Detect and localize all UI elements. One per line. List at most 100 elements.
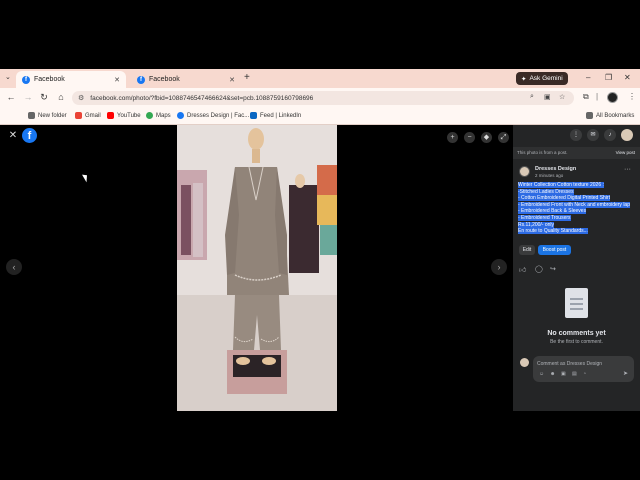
bookmark-label: All Bookmarks	[596, 112, 635, 119]
like-icon[interactable]: 👍︎	[519, 265, 526, 274]
home-button[interactable]: ⌂	[55, 92, 67, 102]
close-tab-icon[interactable]: ✕	[229, 76, 235, 84]
site-info-icon[interactable]: ⚙	[78, 94, 84, 102]
menu-grid-icon[interactable]: ⋮	[570, 129, 582, 141]
camera-icon[interactable]: ▣	[561, 371, 566, 377]
close-icon[interactable]: ✕	[7, 130, 19, 142]
address-bar[interactable]: ⚙ facebook.com/photo/?fbid=1088746547466…	[72, 91, 574, 105]
bookmark-dresses-design[interactable]: Dresses Design | Fac...	[177, 112, 249, 119]
bookmarks-bar: New folder Gmail YouTube Maps Dresses De…	[0, 108, 640, 125]
tab-bar: ⌄ f Facebook ✕ f Facebook ✕ + ✦ Ask Gemi…	[0, 69, 640, 88]
gmail-icon	[75, 112, 82, 119]
ask-gemini-label: Ask Gemini	[529, 75, 563, 82]
zoom-icon[interactable]: ⌕	[530, 93, 534, 101]
caption-line: -Stitched Ladies Dresses	[518, 188, 574, 195]
bookmark-maps[interactable]: Maps	[146, 112, 171, 119]
tab-label: Facebook	[34, 76, 65, 83]
post-caption: Winter Collection Cotton texture 2026 : …	[518, 182, 638, 235]
boost-post-button[interactable]: Boost post	[538, 245, 571, 255]
all-bookmarks[interactable]: All Bookmarks	[586, 112, 634, 119]
next-photo-button[interactable]: ›	[491, 259, 507, 275]
edit-button[interactable]: Edit	[519, 245, 535, 255]
avatar-sticker-icon[interactable]: ☺	[539, 371, 544, 377]
comment-icon[interactable]: ◯	[535, 265, 543, 273]
ask-gemini-button[interactable]: ✦ Ask Gemini	[516, 72, 568, 85]
fullscreen-icon[interactable]: ⤢	[498, 132, 509, 143]
tab-search-chevron-icon[interactable]: ⌄	[5, 73, 11, 81]
caption-line: - Cotton Embroidered Digital Printed Shi…	[518, 195, 610, 202]
more-options-icon[interactable]: ···	[624, 166, 631, 173]
no-comments-subtitle: Be the first to comment.	[550, 339, 603, 345]
install-app-icon[interactable]: ▣	[544, 93, 551, 101]
facebook-icon	[177, 112, 184, 119]
close-tab-icon[interactable]: ✕	[114, 76, 120, 84]
minimize-button[interactable]: –	[586, 73, 590, 82]
previous-photo-button[interactable]: ‹	[6, 259, 22, 275]
facebook-icon: f	[22, 75, 30, 84]
tab-label: Facebook	[149, 76, 180, 83]
bookmark-youtube[interactable]: YouTube	[107, 112, 141, 119]
url-text: facebook.com/photo/?fbid=108874654746662…	[90, 94, 314, 102]
linkedin-icon	[250, 112, 257, 119]
bookmark-label: YouTube	[117, 112, 141, 119]
restore-button[interactable]: ❐	[605, 73, 612, 82]
caption-line: - Embroidered Trousers	[518, 214, 571, 221]
tab-facebook[interactable]: f Facebook ✕	[131, 71, 241, 88]
share-icon[interactable]: ↪	[550, 265, 556, 273]
zoom-in-icon[interactable]: +	[447, 132, 458, 143]
bookmark-label: Feed | LinkedIn	[260, 112, 302, 119]
caption-line: - Embroidered Front with Neck and embroi…	[518, 201, 630, 208]
messenger-icon[interactable]: ✉	[587, 129, 599, 141]
bookmark-star-icon[interactable]: ☆	[559, 93, 565, 101]
author-avatar[interactable]	[519, 166, 530, 177]
caption-line: - Embroidered Back & Sleeves	[518, 208, 587, 215]
bookmark-linkedin[interactable]: Feed | LinkedIn	[250, 112, 301, 119]
mannequin-dress-photo	[177, 125, 337, 411]
comment-composer: ☺ ☻ ▣ ▤ ◔ ➤	[533, 356, 634, 382]
emoji-icon[interactable]: ☻	[550, 371, 555, 377]
photo-viewer: ✕ f + − ◆ ⤢ ‹ ›	[0, 125, 513, 411]
new-tab-button[interactable]: +	[244, 72, 250, 83]
back-button[interactable]: ←	[5, 92, 17, 102]
mouse-cursor	[82, 172, 90, 183]
zoom-out-icon[interactable]: −	[464, 132, 475, 143]
reload-button[interactable]: ↻	[38, 92, 50, 103]
post-photo[interactable]	[177, 125, 337, 411]
folder-icon	[586, 112, 593, 119]
post-timestamp[interactable]: 2 minutes ago	[535, 173, 563, 178]
bookmark-label: New folder	[38, 112, 67, 119]
forward-button[interactable]: →	[22, 92, 34, 102]
author-name[interactable]: Dresses Design	[535, 166, 576, 172]
screen: ⌄ f Facebook ✕ f Facebook ✕ + ✦ Ask Gemi…	[0, 0, 640, 480]
browser-toolbar: ← → ↻ ⌂ ⚙ facebook.com/photo/?fbid=10887…	[0, 88, 640, 108]
youtube-icon	[107, 112, 114, 119]
notifications-bell-icon[interactable]: ♪	[604, 129, 616, 141]
post-note-bar: This photo is from a post. View post	[513, 147, 640, 159]
gemini-icon: ✦	[521, 75, 527, 83]
tab-facebook-active[interactable]: f Facebook ✕	[16, 71, 126, 88]
caption-line: Rs.11,200/- only	[518, 221, 555, 228]
no-comments-title: No comments yet	[547, 330, 606, 337]
gif-icon[interactable]: ▤	[572, 371, 577, 377]
comment-input[interactable]	[537, 360, 627, 368]
menu-kebab-icon[interactable]: ⋮	[628, 92, 636, 101]
commenter-avatar	[520, 358, 529, 367]
post-side-panel: ⋮ ✉ ♪ This photo is from a post. View po…	[513, 125, 640, 411]
post-note-text: This photo is from a post.	[517, 150, 568, 155]
maps-icon	[146, 112, 153, 119]
view-post-link[interactable]: View post	[616, 150, 635, 155]
facebook-logo[interactable]: f	[22, 128, 37, 143]
close-window-button[interactable]: ✕	[624, 73, 631, 82]
bookmark-label: Gmail	[85, 112, 101, 119]
account-avatar[interactable]	[621, 129, 633, 141]
bookmark-label: Dresses Design | Fac...	[187, 112, 250, 119]
bookmark-new-folder[interactable]: New folder	[28, 112, 67, 119]
tag-icon[interactable]: ◆	[481, 132, 492, 143]
folder-icon	[28, 112, 35, 119]
profile-avatar[interactable]	[607, 92, 618, 103]
send-icon[interactable]: ➤	[623, 370, 628, 377]
extensions-icon[interactable]: ⧉	[583, 92, 589, 102]
caption-line: En route to Quality Standards...	[518, 228, 588, 235]
sticker-icon[interactable]: ◔	[583, 371, 586, 377]
bookmark-gmail[interactable]: Gmail	[75, 112, 101, 119]
